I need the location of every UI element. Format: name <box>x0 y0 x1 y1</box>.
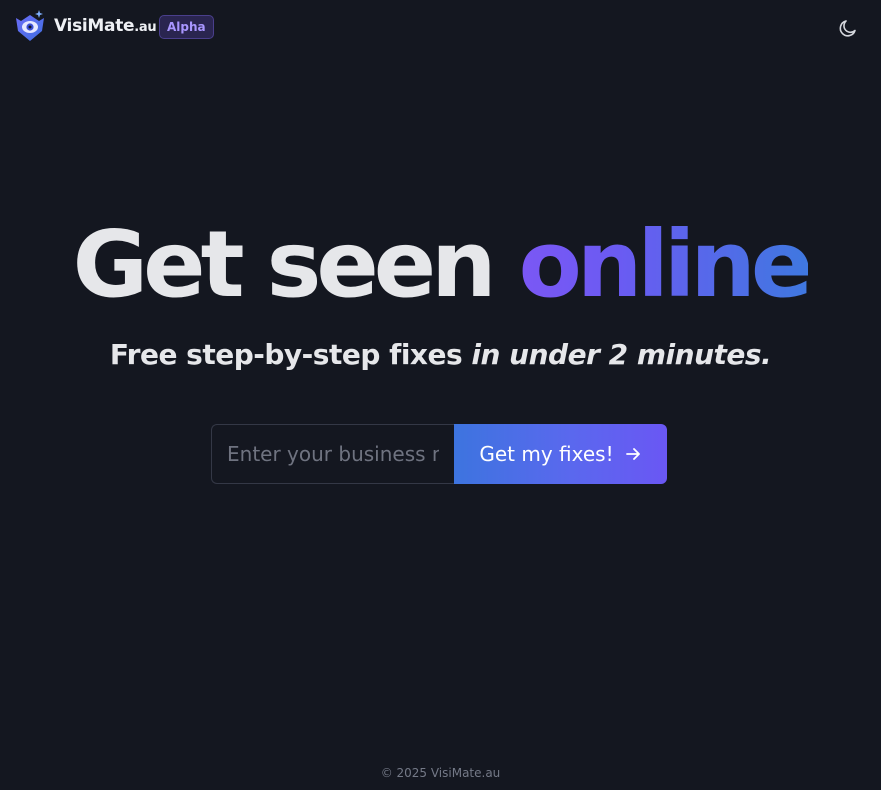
eye-shield-logo-icon[interactable] <box>13 9 47 43</box>
get-fixes-label: Get my fixes! <box>479 442 614 466</box>
business-search-form: Get my fixes! <box>211 424 667 484</box>
brand-name-main: VisiMate <box>54 16 135 36</box>
headline-plain: Get seen <box>72 211 519 318</box>
alpha-badge: Alpha <box>159 15 214 39</box>
brand-name-tld: .au <box>134 20 157 35</box>
business-name-input[interactable] <box>211 424 454 484</box>
moon-icon[interactable] <box>836 16 860 40</box>
footer-copyright: © 2025 VisiMate.au <box>380 766 501 780</box>
brand-name[interactable]: VisiMate.au <box>54 16 157 36</box>
headline-accent: online <box>518 211 814 318</box>
hero-headline: Get seen online <box>0 210 881 320</box>
top-bar: VisiMate.au Alpha <box>0 0 881 56</box>
arrow-right-icon <box>625 448 640 460</box>
get-fixes-button[interactable]: Get my fixes! <box>454 424 667 484</box>
subline-plain: Free step-by-step fixes <box>109 338 472 371</box>
hero-subline: Free step-by-step fixes in under 2 minut… <box>0 338 881 371</box>
subline-italic: in under 2 minutes. <box>471 338 772 371</box>
